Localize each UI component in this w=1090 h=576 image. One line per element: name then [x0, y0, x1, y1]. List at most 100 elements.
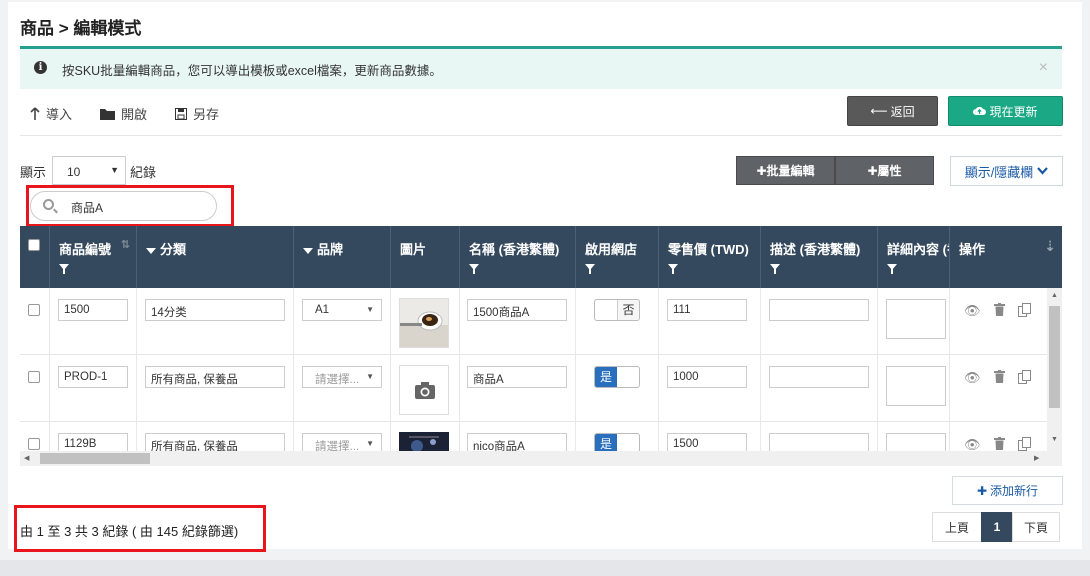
- copy-icon[interactable]: [1017, 437, 1032, 451]
- page-1-button[interactable]: 1: [981, 512, 1013, 542]
- sku-input[interactable]: PROD-1: [58, 366, 128, 388]
- select-all-checkbox[interactable]: [28, 239, 40, 251]
- filter-icon[interactable]: [303, 247, 313, 254]
- filter-icon[interactable]: [585, 264, 595, 274]
- plus-icon: ✚: [976, 483, 988, 498]
- attributes-button[interactable]: ✚ 屬性: [835, 156, 934, 185]
- table-row: 1500 14分类 A1 ▼ 1500商品A 否 111 👁: [20, 288, 1047, 355]
- filter-icon[interactable]: [146, 247, 156, 254]
- price-header-label: 零售價 (TWD): [668, 242, 749, 257]
- eye-icon[interactable]: 👁: [964, 303, 981, 319]
- brand-select[interactable]: A1 ▼: [302, 299, 382, 321]
- name-header-label: 名稱 (香港繁體): [469, 242, 560, 257]
- column-header-brand[interactable]: 品牌: [294, 226, 391, 288]
- description-input[interactable]: [769, 299, 869, 321]
- trash-icon[interactable]: [993, 303, 1005, 316]
- row-checkbox[interactable]: [28, 438, 40, 450]
- scroll-left-icon[interactable]: ◀: [24, 454, 29, 462]
- save-as-label: 另存: [193, 107, 220, 122]
- back-button[interactable]: ⟵ 返回: [847, 96, 938, 126]
- filter-icon[interactable]: [59, 264, 69, 274]
- open-button[interactable]: 開啟: [100, 104, 147, 123]
- copy-icon[interactable]: [1017, 303, 1032, 317]
- enabled-toggle[interactable]: 是: [594, 366, 640, 388]
- prev-page-button[interactable]: 上頁: [932, 512, 982, 542]
- scroll-up-icon[interactable]: ▲: [1051, 292, 1058, 299]
- brand-value: 請選擇...: [315, 374, 360, 386]
- bulk-edit-label: 批量編輯: [766, 164, 815, 178]
- sku-input[interactable]: 1500: [58, 299, 128, 321]
- trash-icon[interactable]: [993, 370, 1005, 383]
- enabled-toggle-label: 否: [617, 300, 639, 320]
- name-input[interactable]: 商品A: [467, 366, 567, 388]
- product-grid: 商品編號 ⇅ 分類 品牌 圖片 名稱 (香港繁體) 啟用網店 零售價 (TWD)…: [20, 226, 1062, 466]
- price-input[interactable]: 111: [667, 299, 747, 321]
- save-as-button[interactable]: 另存: [175, 104, 219, 123]
- column-header-category[interactable]: 分類: [137, 226, 294, 288]
- filter-icon[interactable]: [887, 264, 897, 274]
- page-length-select[interactable]: 10 ▼: [52, 156, 126, 185]
- caret-down-icon: ▼: [366, 439, 374, 448]
- price-input[interactable]: 1000: [667, 366, 747, 388]
- sku-header-label: 商品編號: [59, 242, 112, 257]
- add-row-button[interactable]: ✚ 添加新行: [952, 476, 1063, 505]
- column-header-description[interactable]: 描述 (香港繁體): [761, 226, 878, 288]
- copy-icon[interactable]: [1017, 370, 1032, 384]
- category-input[interactable]: 14分类: [145, 299, 285, 321]
- arrow-left-icon: ⟵: [870, 104, 888, 118]
- filter-icon[interactable]: [668, 264, 678, 274]
- divider: [20, 135, 1062, 136]
- brand-value: A1: [315, 304, 330, 316]
- column-header-sku[interactable]: 商品編號 ⇅: [50, 226, 137, 288]
- chevron-down-icon: [1037, 167, 1049, 175]
- close-icon[interactable]: ×: [1039, 59, 1048, 77]
- update-now-label: 現在更新: [989, 104, 1038, 119]
- product-image-placeholder[interactable]: [399, 365, 449, 415]
- eye-icon[interactable]: 👁: [964, 370, 981, 386]
- column-header-enabled[interactable]: 啟用網店: [576, 226, 659, 288]
- filter-icon[interactable]: [770, 264, 780, 274]
- info-icon: i: [34, 61, 47, 74]
- horizontal-scrollbar[interactable]: ◀ ▶: [20, 451, 1047, 466]
- column-header-name[interactable]: 名稱 (香港繁體): [460, 226, 576, 288]
- vertical-scrollbar[interactable]: ▲ ▼: [1047, 288, 1062, 466]
- camera-icon: [415, 382, 435, 399]
- folder-icon: [100, 108, 115, 120]
- scroll-down-icon[interactable]: ▼: [1051, 436, 1058, 443]
- brand-header-label: 品牌: [317, 242, 344, 257]
- trash-icon[interactable]: [993, 437, 1005, 450]
- filter-icon[interactable]: [469, 264, 479, 274]
- horizontal-scroll-thumb[interactable]: [40, 453, 150, 464]
- scroll-right-icon[interactable]: ▶: [1034, 454, 1039, 462]
- import-button[interactable]: 導入: [30, 104, 72, 123]
- show-hide-columns-label: 顯示/隱藏欄: [964, 164, 1034, 180]
- name-input[interactable]: 1500商品A: [467, 299, 567, 321]
- product-image[interactable]: [399, 298, 449, 348]
- column-header-price[interactable]: 零售價 (TWD): [659, 226, 761, 288]
- next-page-button[interactable]: 下頁: [1012, 512, 1060, 542]
- plus-icon: ✚: [867, 163, 878, 178]
- enabled-toggle[interactable]: 否: [594, 299, 640, 321]
- details-textarea[interactable]: [886, 299, 946, 339]
- description-input[interactable]: [769, 366, 869, 388]
- alert-message: 按SKU批量編輯商品，您可以導出模板或excel檔案，更新商品數據。: [62, 64, 442, 78]
- table-row: PROD-1 所有商品, 保養品 請選擇... ▼ 商品A 是 1000 👁: [20, 355, 1047, 422]
- caret-down-icon: ▼: [110, 165, 119, 175]
- show-hide-columns-button[interactable]: 顯示/隱藏欄: [950, 156, 1063, 186]
- details-textarea[interactable]: [886, 366, 946, 406]
- bulk-edit-button[interactable]: ✚ 批量編輯: [736, 156, 835, 185]
- enabled-header-label: 啟用網店: [585, 242, 638, 257]
- category-input[interactable]: 所有商品, 保養品: [145, 366, 285, 388]
- row-checkbox[interactable]: [28, 304, 40, 316]
- header-select-all: [20, 226, 50, 288]
- grid-header: 商品編號 ⇅ 分類 品牌 圖片 名稱 (香港繁體) 啟用網店 零售價 (TWD)…: [20, 226, 1062, 288]
- actions-header-label: 操作: [959, 242, 986, 257]
- plus-icon: ✚: [756, 163, 767, 178]
- sort-icon[interactable]: ⇅: [121, 238, 130, 251]
- update-now-button[interactable]: 現在更新: [948, 96, 1063, 126]
- vertical-scroll-thumb[interactable]: [1049, 306, 1060, 408]
- column-header-details[interactable]: 詳細內容 (香港: [878, 226, 950, 288]
- sort-desc-icon[interactable]: ⇣: [1044, 238, 1056, 255]
- row-checkbox[interactable]: [28, 371, 40, 383]
- brand-select[interactable]: 請選擇... ▼: [302, 366, 382, 388]
